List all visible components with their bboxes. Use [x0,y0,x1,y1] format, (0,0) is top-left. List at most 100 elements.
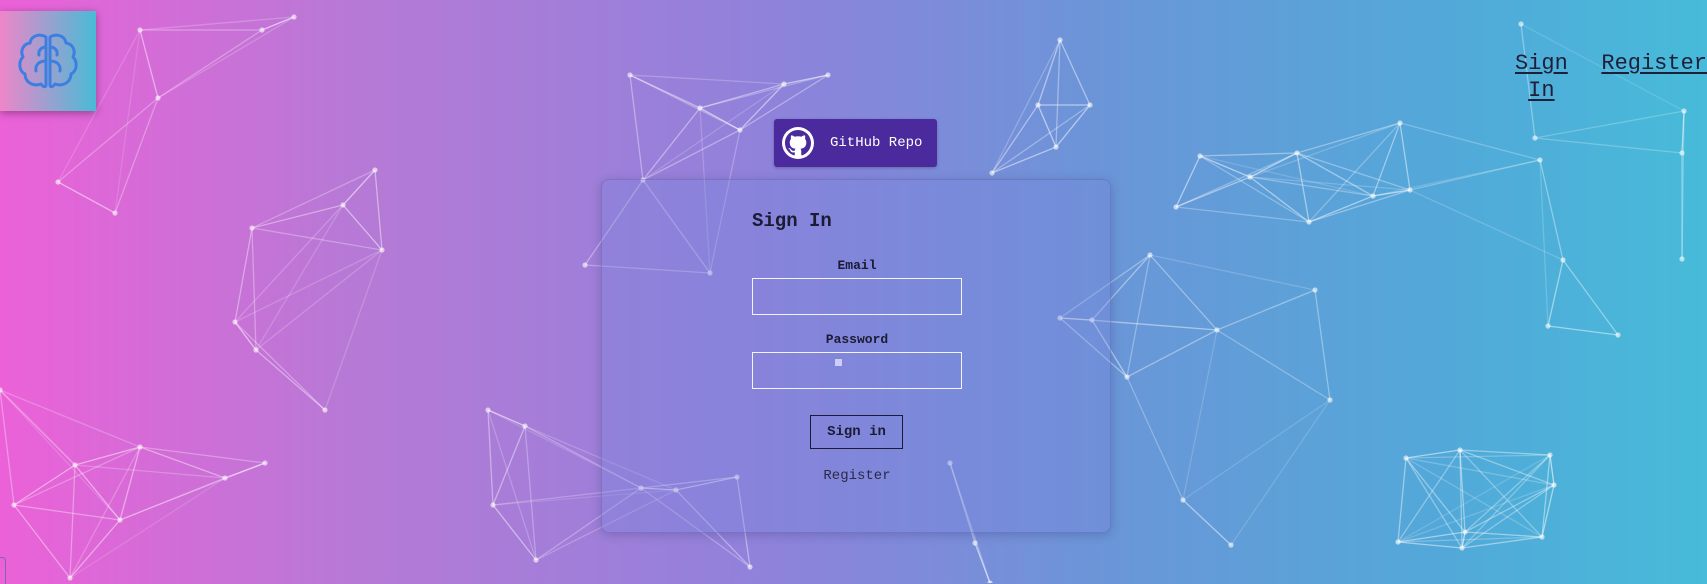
network-node [1247,174,1253,180]
network-line [487,409,537,561]
network-node [582,262,588,268]
network-line [1126,329,1218,378]
network-line [1397,457,1407,543]
network-line [1296,122,1401,154]
network-line [1464,531,1543,538]
network-node [1539,534,1545,540]
network-node [485,407,491,413]
network-line [1182,329,1218,501]
network-line [1534,110,1685,139]
network-line [57,181,116,214]
nav-register-link[interactable]: Register [1601,50,1707,77]
network-line [1541,484,1555,538]
network-node [1294,150,1300,156]
github-repo-button[interactable]: GitHub Repo [774,119,937,167]
nav-sign-in-link[interactable]: Sign In [1505,50,1577,104]
network-line [492,425,526,506]
network-line [1216,289,1316,331]
network-line [119,462,266,521]
network-node [490,502,496,508]
network-node [825,72,831,78]
network-line [1314,289,1331,401]
network-line [1372,189,1411,197]
github-repo-label: GitHub Repo [830,135,923,151]
network-line [492,504,537,561]
network-node [697,105,703,111]
network-line [642,83,785,181]
network-line [1182,499,1232,546]
network-line [1059,39,1091,106]
network-node [1370,193,1376,199]
network-line [139,446,266,464]
network-line [1249,176,1374,197]
network-node [627,72,633,78]
network-line [69,477,226,579]
network-line [139,16,295,31]
network-line [251,227,257,351]
network-node [1615,332,1621,338]
network-node [522,423,528,429]
network-node [137,27,143,33]
network-line [1409,189,1564,261]
network-node [222,475,228,481]
network-line [13,504,121,521]
network-line [251,169,376,229]
network-line [114,29,141,214]
network-line [629,74,644,181]
top-nav: Sign In Register [1505,50,1707,104]
network-line [1549,454,1555,486]
network-line [0,389,141,448]
network-node [117,517,123,523]
network-line [13,464,76,506]
network-line [74,464,226,479]
network-node [1228,542,1234,548]
network-line [234,204,344,323]
github-icon [782,127,814,159]
network-node [1035,102,1041,108]
network-line [642,129,741,181]
network-line [342,169,376,206]
network-line [1539,159,1549,327]
network-node [1306,219,1312,225]
network-line [1037,39,1061,106]
network-node [972,540,978,546]
network-line [157,16,295,99]
network-node [747,564,753,570]
network-line [629,74,785,85]
password-field[interactable] [752,352,962,389]
network-node [1173,204,1179,210]
network-node [1087,102,1093,108]
network-node [55,179,61,185]
network-line [234,321,326,411]
network-node [1197,153,1203,159]
network-line [69,464,76,579]
network-line [524,425,537,561]
corner-widget [0,557,6,584]
sign-in-button[interactable]: Sign in [810,415,903,449]
network-line [1199,155,1374,197]
network-line [342,204,383,251]
network-line [251,227,383,251]
email-label: Email [837,258,877,273]
network-node [1537,157,1543,163]
network-node [1327,397,1333,403]
network-line [1308,195,1374,223]
network-node [372,167,378,173]
network-node [340,202,346,208]
network-line [0,389,15,506]
network-line [1037,104,1057,148]
register-link[interactable]: Register [752,468,962,484]
network-node [1459,545,1465,551]
network-node [379,247,385,253]
network-node [1551,482,1557,488]
email-field[interactable] [752,278,962,315]
network-node [737,127,743,133]
logo-tile[interactable] [0,11,96,111]
password-label: Password [825,332,889,347]
network-node [1053,144,1059,150]
network-node [1462,529,1468,535]
network-line [1149,254,1316,291]
network-node [1518,21,1524,27]
network-node [253,347,259,353]
network-line [1409,159,1541,191]
